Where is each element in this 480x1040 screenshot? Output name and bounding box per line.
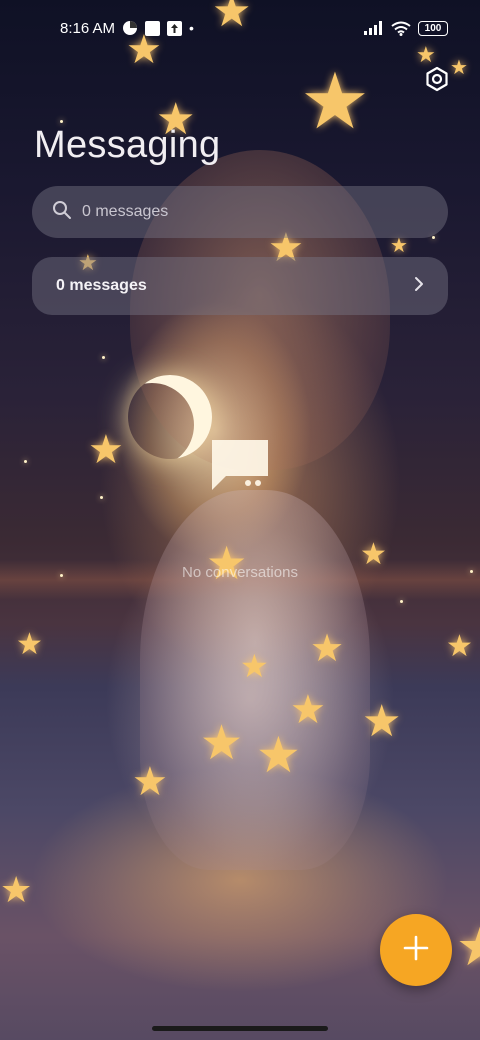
home-indicator[interactable] [152,1026,328,1031]
status-left: 8:16 AM • [60,20,194,37]
signal-icon [364,21,384,35]
search-icon [52,200,72,225]
messages-count-label: 0 messages [56,277,147,294]
search-input[interactable] [82,203,402,221]
wallpaper-star: ★ [16,628,43,661]
notification-app-icon [122,20,138,36]
wallpaper-sparkle [400,600,403,603]
wallpaper-star: ★ [0,869,33,910]
more-notifications-dot-icon: • [189,20,194,36]
messages-filter-row[interactable]: 0 messages [32,257,448,315]
wallpaper-star: ★ [446,630,473,663]
search-bar[interactable] [32,186,448,238]
upload-icon [167,20,183,36]
battery-icon: 100 [418,20,448,36]
wallpaper-sparkle [60,120,63,123]
wallpaper-star: ★ [240,648,269,684]
wallpaper-sparkle [102,356,105,359]
empty-state-text: No conversations [182,564,298,581]
wallpaper-star: ★ [200,717,244,770]
settings-button[interactable] [420,64,454,98]
wallpaper-star: ★ [300,57,370,145]
status-time: 8:16 AM [60,19,116,37]
wallpaper-star: ★ [256,727,301,783]
wallpaper-sparkle [432,236,435,239]
gear-icon [424,66,450,97]
wallpaper-star: ★ [362,697,402,746]
page-title: Messaging [34,124,221,166]
wallpaper-star: ★ [310,628,345,670]
wallpaper-star: ★ [390,235,408,257]
wifi-icon [391,21,411,36]
wallpaper-star: ★ [456,920,480,974]
wallpaper-star: ★ [132,760,168,804]
wallpaper-star: ★ [290,688,326,732]
plus-icon [403,935,429,966]
new-conversation-button[interactable] [380,914,452,986]
empty-state [0,436,480,492]
status-right: 100 [364,20,448,36]
status-bar: 8:16 AM • 100 [0,0,480,56]
chevron-right-icon [414,276,424,297]
wallpaper-sparkle [100,496,103,499]
notification-square-icon [145,20,161,36]
chat-bubble-icon [208,436,272,492]
